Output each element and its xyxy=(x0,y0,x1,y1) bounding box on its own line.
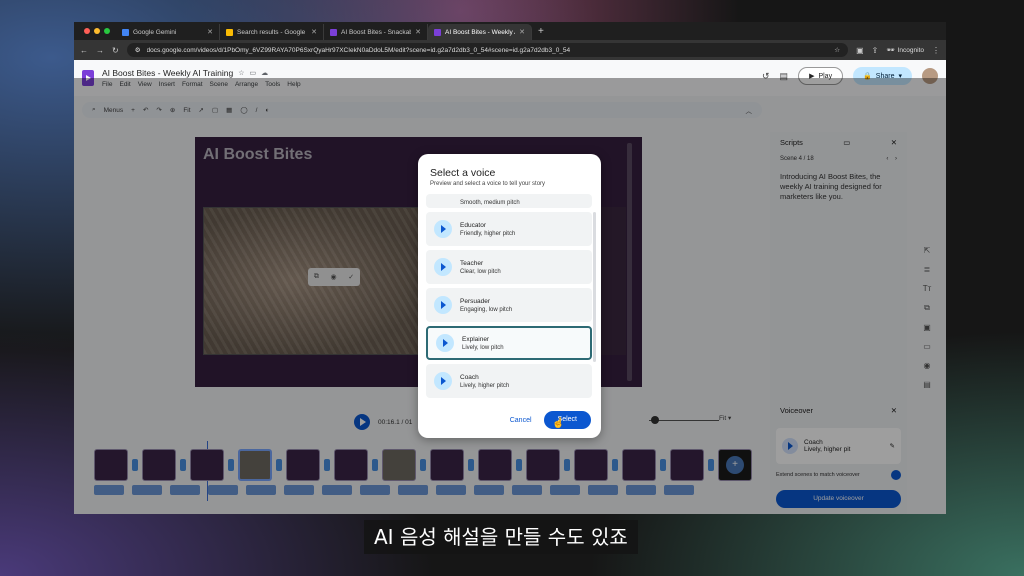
voice-option-explainer[interactable]: Explainer Lively, low pitch xyxy=(426,326,592,360)
tab-google-drive[interactable]: Search results - Google Drive ✕ xyxy=(220,24,324,40)
site-info-icon[interactable]: ⚙ xyxy=(135,46,141,54)
tab-weekly-ai-training[interactable]: AI Boost Bites - Weekly AI Tra ✕ xyxy=(428,24,532,40)
voice-option-partial[interactable]: Smooth, medium pitch xyxy=(426,194,592,208)
dialog-title: Select a voice xyxy=(430,167,496,179)
close-window-button[interactable] xyxy=(84,28,90,34)
address-bar[interactable]: ⚙ docs.google.com/videos/d/1PbOmy_6VZ99R… xyxy=(126,43,849,57)
preview-play-icon[interactable] xyxy=(434,258,452,276)
folder-icon[interactable]: ▭ xyxy=(249,69,256,77)
document-title[interactable]: AI Boost Bites - Weekly AI Training xyxy=(102,68,233,78)
close-tab-icon[interactable]: ✕ xyxy=(311,28,317,36)
preview-play-icon[interactable] xyxy=(436,334,454,352)
incognito-icon: 🕶 xyxy=(886,47,895,54)
extensions-icon[interactable]: ▣ xyxy=(856,46,864,55)
select-button[interactable]: Select xyxy=(543,411,591,429)
minimize-window-button[interactable] xyxy=(94,28,100,34)
tab-snackable[interactable]: AI Boost Bites - Snackable T ✕ xyxy=(324,24,428,40)
maximize-window-button[interactable] xyxy=(104,28,110,34)
window-controls xyxy=(78,22,116,40)
forward-icon[interactable]: → xyxy=(96,46,104,55)
tab-strip: Google Gemini ✕ Search results - Google … xyxy=(74,22,946,40)
browser-window: Google Gemini ✕ Search results - Google … xyxy=(74,22,946,514)
more-menu-icon[interactable]: ⋮ xyxy=(932,46,940,55)
voice-option-persuader[interactable]: Persuader Engaging, low pitch xyxy=(426,288,592,322)
close-tab-icon[interactable]: ✕ xyxy=(207,28,213,36)
drive-icon xyxy=(226,28,233,36)
voice-list: Smooth, medium pitch Educator Friendly, … xyxy=(426,194,592,402)
vids-icon xyxy=(330,28,337,36)
voice-option-coach[interactable]: Coach Lively, higher pitch xyxy=(426,364,592,398)
cancel-button[interactable]: Cancel xyxy=(510,417,532,424)
close-tab-icon[interactable]: ✕ xyxy=(415,28,421,36)
voice-list-scrollbar[interactable] xyxy=(593,212,596,362)
back-icon[interactable]: ← xyxy=(80,46,88,55)
voice-option-educator[interactable]: Educator Friendly, higher pitch xyxy=(426,212,592,246)
star-icon[interactable]: ☆ xyxy=(238,69,244,77)
browser-toolbar: ← → ↻ ⚙ docs.google.com/videos/d/1PbOmy_… xyxy=(74,40,946,60)
dialog-actions: Cancel Select xyxy=(510,411,591,429)
mouse-cursor-icon: ☝ xyxy=(552,418,565,429)
cloud-saved-icon: ☁ xyxy=(261,70,269,77)
bookmark-star-icon[interactable]: ☆ xyxy=(834,46,840,54)
select-voice-dialog: Select a voice Preview and select a voic… xyxy=(418,154,601,438)
preview-play-icon[interactable] xyxy=(434,372,452,390)
cast-icon[interactable]: ⇪ xyxy=(872,46,879,55)
dialog-subtitle: Preview and select a voice to tell your … xyxy=(430,181,546,187)
vids-icon xyxy=(434,28,441,36)
voice-option-teacher[interactable]: Teacher Clear, low pitch xyxy=(426,250,592,284)
reload-icon[interactable]: ↻ xyxy=(112,46,119,55)
preview-play-icon[interactable] xyxy=(434,220,452,238)
preview-play-icon[interactable] xyxy=(434,296,452,314)
tab-google-gemini[interactable]: Google Gemini ✕ xyxy=(116,24,220,40)
new-tab-button[interactable]: + xyxy=(532,24,550,40)
video-caption: AI 음성 해설을 만들 수도 있죠 xyxy=(364,520,638,554)
gemini-icon xyxy=(122,28,129,36)
incognito-indicator[interactable]: 🕶 Incognito xyxy=(886,46,924,55)
close-tab-icon[interactable]: ✕ xyxy=(519,28,525,36)
